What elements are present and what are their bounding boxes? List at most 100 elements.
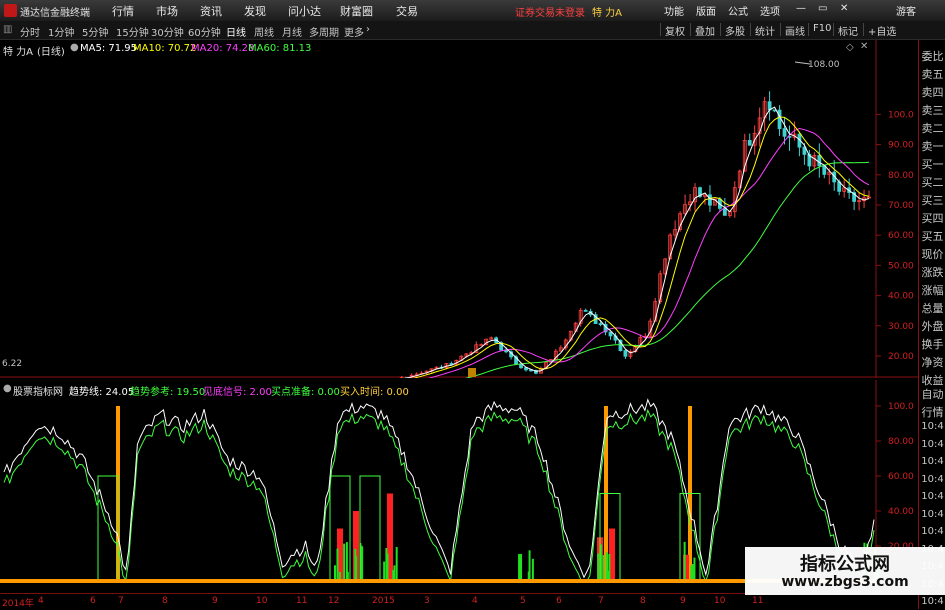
menu-discover[interactable]: 发现 bbox=[244, 3, 266, 19]
quote-field-label[interactable]: 现价 bbox=[919, 246, 945, 262]
candle-body bbox=[708, 195, 711, 205]
price-chart-panel[interactable]: 100.090.0080.0070.0060.0050.0040.0030.00… bbox=[0, 40, 918, 378]
tab-weekly[interactable]: 周线 bbox=[254, 24, 274, 39]
time-tick-label: 6 bbox=[90, 596, 96, 606]
candle-body bbox=[768, 102, 771, 110]
chevron-right-icon[interactable]: › bbox=[366, 24, 370, 35]
candle-body bbox=[520, 364, 523, 368]
menu-function[interactable]: 功能 bbox=[664, 3, 684, 18]
ready-signal-bar bbox=[396, 547, 398, 581]
time-tick-label: 4 bbox=[472, 596, 478, 606]
ready-signal-bar bbox=[361, 547, 363, 581]
quote-field-label[interactable]: 总量 bbox=[919, 300, 945, 316]
tab-1min[interactable]: 1分钟 bbox=[48, 24, 74, 39]
minimize-icon[interactable]: — bbox=[796, 3, 806, 14]
tab-monthly[interactable]: 月线 bbox=[282, 24, 302, 39]
watermark-url: www.zbgs3.com bbox=[745, 574, 945, 590]
quote-side-panel: 委比卖五卖四卖三卖二卖一买一买二买三买四买五现价涨跌涨幅总量外盘换手净资收益自动… bbox=[918, 40, 945, 609]
settings-dot-icon[interactable]: ● bbox=[70, 42, 79, 53]
quote-field-label[interactable]: 卖四 bbox=[919, 84, 945, 100]
time-tick-label: 12 bbox=[328, 596, 339, 606]
time-tick-label: 4 bbox=[38, 596, 44, 606]
login-notice[interactable]: 证券交易未登录 bbox=[515, 4, 585, 19]
time-tick-label: 6 bbox=[556, 596, 562, 606]
quote-field-label[interactable]: 买五 bbox=[919, 228, 945, 244]
menu-formula[interactable]: 公式 bbox=[728, 3, 748, 18]
menu-options[interactable]: 选项 bbox=[760, 3, 780, 18]
candle-body bbox=[584, 310, 587, 311]
quote-field-label[interactable]: 买三 bbox=[919, 192, 945, 208]
price-tick-label: 40.00 bbox=[888, 292, 914, 302]
price-tick-label: 50.00 bbox=[888, 261, 914, 271]
quote-field-label[interactable]: 委比 bbox=[919, 48, 945, 64]
quote-field-label[interactable]: 外盘 bbox=[919, 318, 945, 334]
ready-signal-bar bbox=[354, 549, 356, 581]
draw-line-button[interactable]: 画线 bbox=[780, 23, 805, 36]
diamond-icon[interactable]: ◇ bbox=[846, 42, 854, 53]
tab-15min[interactable]: 15分钟 bbox=[116, 24, 149, 39]
ready-signal-bar bbox=[693, 558, 695, 581]
tab-intraday[interactable]: 分时 bbox=[20, 24, 40, 39]
menu-market[interactable]: 行情 bbox=[112, 3, 134, 19]
multi-stock-button[interactable]: 多股 bbox=[720, 23, 745, 36]
quote-field-label[interactable]: 涨跌 bbox=[919, 264, 945, 280]
tab-30min[interactable]: 30分钟 bbox=[151, 24, 184, 39]
statistics-button[interactable]: 统计 bbox=[750, 23, 775, 36]
tab-more[interactable]: 更多 bbox=[344, 24, 364, 39]
menu-ask[interactable]: 问小达 bbox=[288, 3, 321, 19]
maximize-icon[interactable]: ▭ bbox=[818, 3, 827, 14]
auto-quote-toggle[interactable]: 自动 bbox=[919, 386, 945, 402]
menu-layout[interactable]: 版面 bbox=[696, 3, 716, 18]
menu-grid-icon[interactable]: ▥ bbox=[3, 24, 12, 35]
guest-user[interactable]: 游客 bbox=[896, 3, 916, 18]
adjust-button[interactable]: 复权 bbox=[660, 23, 685, 36]
ready-signal-bar bbox=[603, 555, 605, 581]
close-panel-icon[interactable]: ✕ bbox=[860, 41, 868, 52]
tick-time-label: 10:4 bbox=[919, 456, 945, 467]
quote-field-label[interactable]: 卖二 bbox=[919, 120, 945, 136]
ready-signal-bar bbox=[385, 548, 387, 581]
add-watchlist-button[interactable]: +自选 bbox=[863, 23, 896, 36]
tab-5min[interactable]: 5分钟 bbox=[82, 24, 108, 39]
menu-markets[interactable]: 市场 bbox=[156, 3, 178, 19]
candle-body bbox=[783, 129, 786, 137]
time-tick-label: 5 bbox=[520, 596, 526, 606]
quote-field-label[interactable]: 涨幅 bbox=[919, 282, 945, 298]
close-icon[interactable]: ✕ bbox=[840, 3, 848, 14]
time-tick-label: 9 bbox=[680, 596, 686, 606]
tab-60min[interactable]: 60分钟 bbox=[188, 24, 221, 39]
quote-field-label[interactable]: 买一 bbox=[919, 156, 945, 172]
quote-field-label[interactable]: 买二 bbox=[919, 174, 945, 190]
quote-field-label[interactable]: 净资 bbox=[919, 354, 945, 370]
quote-field-label[interactable]: 卖一 bbox=[919, 138, 945, 154]
menu-news[interactable]: 资讯 bbox=[200, 3, 222, 19]
menu-wealth[interactable]: 财富圈 bbox=[340, 3, 373, 19]
quote-field-label[interactable]: 卖五 bbox=[919, 66, 945, 82]
time-axis: 2014年46789101112201534567891011 bbox=[0, 593, 918, 610]
tab-daily[interactable]: 日线 bbox=[226, 24, 246, 39]
tick-time-label: 10:4 bbox=[919, 596, 945, 607]
f10-button[interactable]: F10 bbox=[808, 23, 831, 36]
quote-field-label[interactable]: 换手 bbox=[919, 336, 945, 352]
settings-dot-icon[interactable]: ● bbox=[3, 383, 12, 394]
auto-quote-toggle[interactable]: 行情 bbox=[919, 404, 945, 420]
overlay-button[interactable]: 叠加 bbox=[690, 23, 715, 36]
period-toolbar: ▥ 分时 1分钟 5分钟 15分钟 30分钟 60分钟 日线 周线 月线 多周期… bbox=[0, 21, 945, 40]
tab-multi-period[interactable]: 多周期 bbox=[309, 24, 339, 39]
quote-field-label[interactable]: 买四 bbox=[919, 210, 945, 226]
menu-trade[interactable]: 交易 bbox=[396, 3, 418, 19]
time-tick-label: 10 bbox=[256, 596, 267, 606]
quote-field-label[interactable]: 卖三 bbox=[919, 102, 945, 118]
tick-time-label: 10:4 bbox=[919, 509, 945, 520]
ready-signal-bar bbox=[336, 548, 338, 581]
indicator-tick-label: 100.0 bbox=[888, 402, 914, 412]
time-tick-label: 3 bbox=[424, 596, 430, 606]
indicator-tick-label: 60.00 bbox=[888, 472, 914, 482]
time-tick-label: 11 bbox=[296, 596, 307, 606]
candle-body bbox=[818, 155, 821, 165]
ready-signal-bar bbox=[691, 564, 693, 581]
buy-time-value: 买入时间: 0.00 bbox=[340, 383, 409, 398]
mark-button[interactable]: 标记 bbox=[833, 23, 858, 36]
time-tick-label: 7 bbox=[598, 596, 604, 606]
watermark-title: 指标公式网 bbox=[745, 550, 945, 576]
